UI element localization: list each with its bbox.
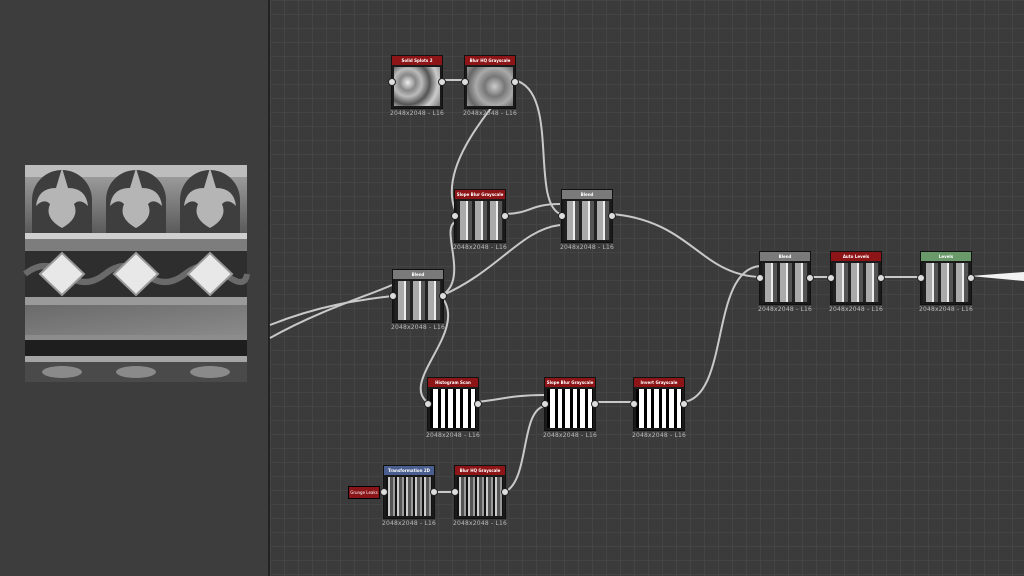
node-title: Blur HQ Grayscale <box>455 466 505 475</box>
output-port[interactable] <box>877 274 885 282</box>
node-thumbnail <box>386 477 432 516</box>
node-transformation-2d[interactable]: Transformation 2D 2048x2048 - L16 <box>380 465 438 527</box>
output-port[interactable] <box>608 212 616 220</box>
input-port[interactable] <box>630 400 638 408</box>
node-title: Slope Blur Grayscale <box>545 378 595 387</box>
node-histogram-scan[interactable]: Histogram Scan 2048x2048 - L16 <box>424 377 482 439</box>
output-port[interactable] <box>501 488 509 496</box>
input-port[interactable] <box>756 274 764 282</box>
node-thumbnail <box>457 201 503 240</box>
input-port[interactable] <box>917 274 925 282</box>
node-title: Blend <box>760 252 810 261</box>
node-resolution-label: 2048x2048 - L16 <box>452 244 508 251</box>
node-thumbnail <box>457 477 503 516</box>
node-title: Invert Grayscale <box>634 378 684 387</box>
node-solid-splots-2[interactable]: Solid Splots 2 2048x2048 - L16 <box>388 55 446 117</box>
node-resolution-label: 2048x2048 - L16 <box>452 520 508 527</box>
node-resolution-label: 2048x2048 - L16 <box>559 244 615 251</box>
node-thumbnail <box>394 67 440 106</box>
output-port[interactable] <box>439 292 447 300</box>
output-port[interactable] <box>680 400 688 408</box>
node-title: Blend <box>562 190 612 199</box>
node-resolution-label: 2048x2048 - L16 <box>390 324 446 331</box>
node-resolution-label: 2048x2048 - L16 <box>631 432 687 439</box>
node-thumbnail <box>923 263 969 302</box>
input-port[interactable] <box>558 212 566 220</box>
input-node-grunge-leaks[interactable]: Grunge Leaks <box>348 486 380 499</box>
node-blur-hq-grayscale[interactable]: Blur HQ Grayscale 2048x2048 - L16 <box>451 465 509 527</box>
output-port[interactable] <box>430 488 438 496</box>
node-thumbnail <box>467 67 513 106</box>
node-resolution-label: 2048x2048 - L16 <box>757 306 813 313</box>
node-title: Auto Levels <box>831 252 881 261</box>
node-blur-hq-grayscale[interactable]: Blur HQ Grayscale 2048x2048 - L16 <box>461 55 519 117</box>
node-thumbnail <box>430 389 476 428</box>
input-port[interactable] <box>424 400 432 408</box>
preview-panel <box>0 0 268 576</box>
input-port[interactable] <box>451 488 459 496</box>
node-resolution-label: 2048x2048 - L16 <box>918 306 974 313</box>
node-thumbnail <box>833 263 879 302</box>
node-thumbnail <box>762 263 808 302</box>
node-levels[interactable]: Levels 2048x2048 - L16 <box>917 251 975 313</box>
input-port[interactable] <box>827 274 835 282</box>
output-port[interactable] <box>591 400 599 408</box>
node-title: Blend <box>393 270 443 279</box>
node-slope-blur-grayscale[interactable]: Slope Blur Grayscale 2048x2048 - L16 <box>541 377 599 439</box>
node-resolution-label: 2048x2048 - L16 <box>828 306 884 313</box>
node-thumbnail <box>395 281 441 320</box>
node-thumbnail <box>547 389 593 428</box>
output-port[interactable] <box>501 212 509 220</box>
input-port[interactable] <box>461 78 469 86</box>
node-title: Slope Blur Grayscale <box>455 190 505 199</box>
input-port[interactable] <box>380 488 388 496</box>
node-title: Transformation 2D <box>384 466 434 475</box>
output-port[interactable] <box>438 78 446 86</box>
node-resolution-label: 2048x2048 - L16 <box>425 432 481 439</box>
node-resolution-label: 2048x2048 - L16 <box>542 432 598 439</box>
node-resolution-label: 2048x2048 - L16 <box>462 110 518 117</box>
node-title: Solid Splots 2 <box>392 56 442 65</box>
node-blend[interactable]: Blend 2048x2048 - L16 <box>756 251 814 313</box>
output-port[interactable] <box>967 274 975 282</box>
node-slope-blur-grayscale[interactable]: Slope Blur Grayscale 2048x2048 - L16 <box>451 189 509 251</box>
node-resolution-label: 2048x2048 - L16 <box>389 110 445 117</box>
input-port[interactable] <box>541 400 549 408</box>
material-preview-image <box>23 165 250 382</box>
node-title: Levels <box>921 252 971 261</box>
input-port[interactable] <box>388 78 396 86</box>
node-thumbnail <box>636 389 682 428</box>
node-blend[interactable]: Blend 2048x2048 - L16 <box>389 269 447 331</box>
input-port[interactable] <box>451 212 459 220</box>
node-invert-grayscale[interactable]: Invert Grayscale 2048x2048 - L16 <box>630 377 688 439</box>
output-port[interactable] <box>474 400 482 408</box>
node-title: Blur HQ Grayscale <box>465 56 515 65</box>
node-thumbnail <box>564 201 610 240</box>
output-port[interactable] <box>511 78 519 86</box>
input-port[interactable] <box>389 292 397 300</box>
node-title: Histogram Scan <box>428 378 478 387</box>
node-blend[interactable]: Blend 2048x2048 - L16 <box>558 189 616 251</box>
output-port[interactable] <box>806 274 814 282</box>
node-auto-levels[interactable]: Auto Levels 2048x2048 - L16 <box>827 251 885 313</box>
node-resolution-label: 2048x2048 - L16 <box>381 520 437 527</box>
